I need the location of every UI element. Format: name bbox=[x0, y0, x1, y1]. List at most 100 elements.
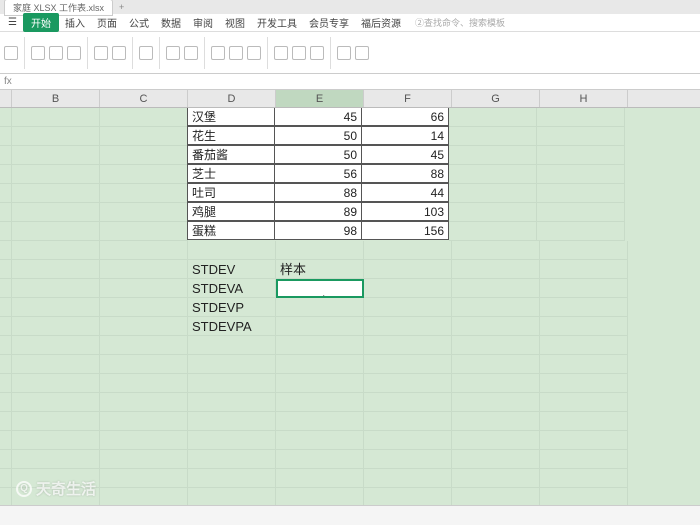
cell[interactable] bbox=[452, 488, 540, 505]
table-v1[interactable]: 50 bbox=[274, 145, 362, 164]
cell-C[interactable] bbox=[100, 127, 188, 146]
cell-B[interactable] bbox=[12, 203, 100, 222]
cell-B[interactable] bbox=[12, 108, 100, 127]
ribbon-format-icon[interactable] bbox=[184, 46, 198, 60]
ribbon-filter-icon[interactable] bbox=[247, 46, 261, 60]
cell-H[interactable] bbox=[537, 222, 625, 241]
formula-bar[interactable]: fx bbox=[0, 74, 700, 90]
cell-G[interactable] bbox=[449, 203, 537, 222]
ribbon-cell-icon[interactable] bbox=[310, 46, 324, 60]
cell[interactable] bbox=[540, 260, 628, 279]
cell[interactable] bbox=[364, 355, 452, 374]
cell[interactable] bbox=[364, 412, 452, 431]
col-header-E[interactable]: E bbox=[276, 90, 364, 107]
cell[interactable] bbox=[12, 412, 100, 431]
cell[interactable] bbox=[100, 431, 188, 450]
cell-G[interactable] bbox=[449, 146, 537, 165]
cell-B[interactable] bbox=[12, 165, 100, 184]
cell[interactable] bbox=[452, 260, 540, 279]
cell[interactable] bbox=[540, 412, 628, 431]
cell-C[interactable] bbox=[100, 146, 188, 165]
cell[interactable] bbox=[452, 336, 540, 355]
cell-H[interactable] bbox=[537, 108, 625, 127]
cell[interactable] bbox=[100, 374, 188, 393]
cell[interactable] bbox=[276, 317, 364, 336]
cell[interactable] bbox=[100, 279, 188, 298]
cell[interactable] bbox=[540, 450, 628, 469]
cell-C[interactable] bbox=[100, 222, 188, 241]
ribbon-sort-icon[interactable] bbox=[229, 46, 243, 60]
menu-formula[interactable]: 公式 bbox=[123, 13, 155, 32]
table-v2[interactable]: 88 bbox=[361, 164, 449, 183]
cell[interactable] bbox=[364, 469, 452, 488]
cell[interactable] bbox=[452, 450, 540, 469]
table-v1[interactable]: 45 bbox=[274, 107, 362, 126]
cell-C[interactable] bbox=[100, 165, 188, 184]
table-v1[interactable]: 88 bbox=[274, 183, 362, 202]
col-header-H[interactable]: H bbox=[540, 90, 628, 107]
table-v2[interactable]: 156 bbox=[361, 221, 449, 240]
cell-H[interactable] bbox=[537, 127, 625, 146]
spreadsheet[interactable]: B C D E F G H 汉堡4566花生5014番茄酱5045芝士5688吐… bbox=[0, 90, 700, 505]
ribbon-wrap-icon[interactable] bbox=[94, 46, 108, 60]
cell[interactable] bbox=[276, 431, 364, 450]
ribbon-find-icon[interactable] bbox=[337, 46, 351, 60]
cell[interactable] bbox=[364, 431, 452, 450]
cell[interactable] bbox=[452, 355, 540, 374]
cell[interactable] bbox=[452, 317, 540, 336]
cell[interactable] bbox=[276, 469, 364, 488]
cell[interactable] bbox=[100, 393, 188, 412]
ribbon-font-icon[interactable] bbox=[31, 46, 45, 60]
menu-view[interactable]: 视图 bbox=[219, 13, 251, 32]
menu-dev[interactable]: 开发工具 bbox=[251, 13, 303, 32]
table-name[interactable]: 芝士 bbox=[187, 164, 275, 183]
cell[interactable] bbox=[276, 336, 364, 355]
cell[interactable] bbox=[364, 336, 452, 355]
cell[interactable] bbox=[12, 355, 100, 374]
cell[interactable] bbox=[12, 260, 100, 279]
col-header-F[interactable]: F bbox=[364, 90, 452, 107]
cell[interactable] bbox=[100, 488, 188, 505]
cell[interactable] bbox=[364, 374, 452, 393]
stat-label[interactable]: STDEVA bbox=[188, 279, 276, 298]
ribbon-delete-icon[interactable] bbox=[292, 46, 306, 60]
cell[interactable] bbox=[276, 355, 364, 374]
cell[interactable] bbox=[188, 469, 276, 488]
menu-file-icon[interactable]: ☰ bbox=[2, 15, 23, 30]
ribbon-paste-icon[interactable] bbox=[4, 46, 18, 60]
cell-H[interactable] bbox=[537, 146, 625, 165]
cell[interactable] bbox=[276, 298, 364, 317]
cell[interactable] bbox=[276, 393, 364, 412]
cell[interactable] bbox=[188, 355, 276, 374]
cell[interactable] bbox=[276, 412, 364, 431]
cell[interactable] bbox=[364, 317, 452, 336]
table-v1[interactable]: 56 bbox=[274, 164, 362, 183]
cell[interactable] bbox=[100, 241, 188, 260]
col-header-D[interactable]: D bbox=[188, 90, 276, 107]
cell[interactable] bbox=[452, 374, 540, 393]
cell[interactable] bbox=[188, 393, 276, 412]
cell[interactable] bbox=[452, 393, 540, 412]
cell[interactable] bbox=[540, 317, 628, 336]
menu-resource[interactable]: 福后资源 bbox=[355, 13, 407, 32]
table-v1[interactable]: 89 bbox=[274, 202, 362, 221]
cell-G[interactable] bbox=[449, 165, 537, 184]
ribbon-bold-icon[interactable] bbox=[49, 46, 63, 60]
table-name[interactable]: 番茄酱 bbox=[187, 145, 275, 164]
cell[interactable] bbox=[188, 412, 276, 431]
cell[interactable] bbox=[276, 450, 364, 469]
cell[interactable] bbox=[100, 336, 188, 355]
cell[interactable] bbox=[100, 355, 188, 374]
table-v1[interactable]: 50 bbox=[274, 126, 362, 145]
cell[interactable] bbox=[188, 488, 276, 505]
ribbon-insert-icon[interactable] bbox=[274, 46, 288, 60]
ribbon-freeze-icon[interactable] bbox=[355, 46, 369, 60]
cell[interactable] bbox=[540, 241, 628, 260]
cell[interactable] bbox=[540, 298, 628, 317]
table-v2[interactable]: 44 bbox=[361, 183, 449, 202]
cell[interactable] bbox=[452, 298, 540, 317]
cell-C[interactable] bbox=[100, 108, 188, 127]
ribbon-sum-icon[interactable] bbox=[211, 46, 225, 60]
cell[interactable] bbox=[276, 374, 364, 393]
cell[interactable] bbox=[276, 241, 364, 260]
